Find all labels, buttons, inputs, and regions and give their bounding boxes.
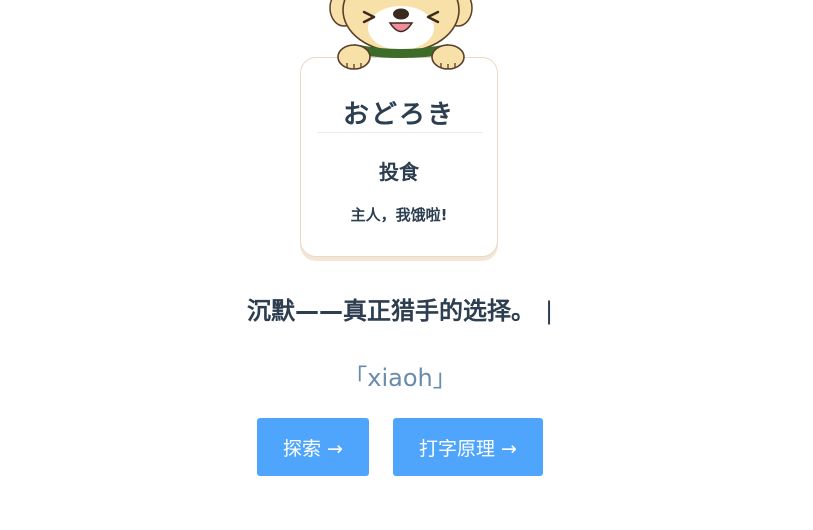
tagline: 沉默——真正猎手的选择。 | (0, 291, 800, 326)
card-title: おどろき (342, 100, 455, 130)
typing-cursor: | (544, 297, 554, 325)
puppy-mascot-icon (329, 0, 473, 70)
card-divider (317, 132, 483, 133)
explore-button[interactable]: 探索 → (257, 418, 369, 476)
page: おどろき 投食 主人，我饿啦! 沉默——真正猎手的选择。 | 「xiaoh」 探索… (0, 0, 813, 530)
mascot-card: おどろき 投食 主人，我饿啦! (300, 57, 498, 257)
tagline-text: 沉默——真正猎手的选择。 (246, 297, 535, 325)
feed-action[interactable]: 投食 (301, 156, 497, 185)
romaji-reading: 「xiaoh」 (343, 364, 457, 392)
card-message: 主人，我饿啦! (350, 206, 448, 224)
typing-principle-button[interactable]: 打字原理 → (393, 418, 543, 476)
